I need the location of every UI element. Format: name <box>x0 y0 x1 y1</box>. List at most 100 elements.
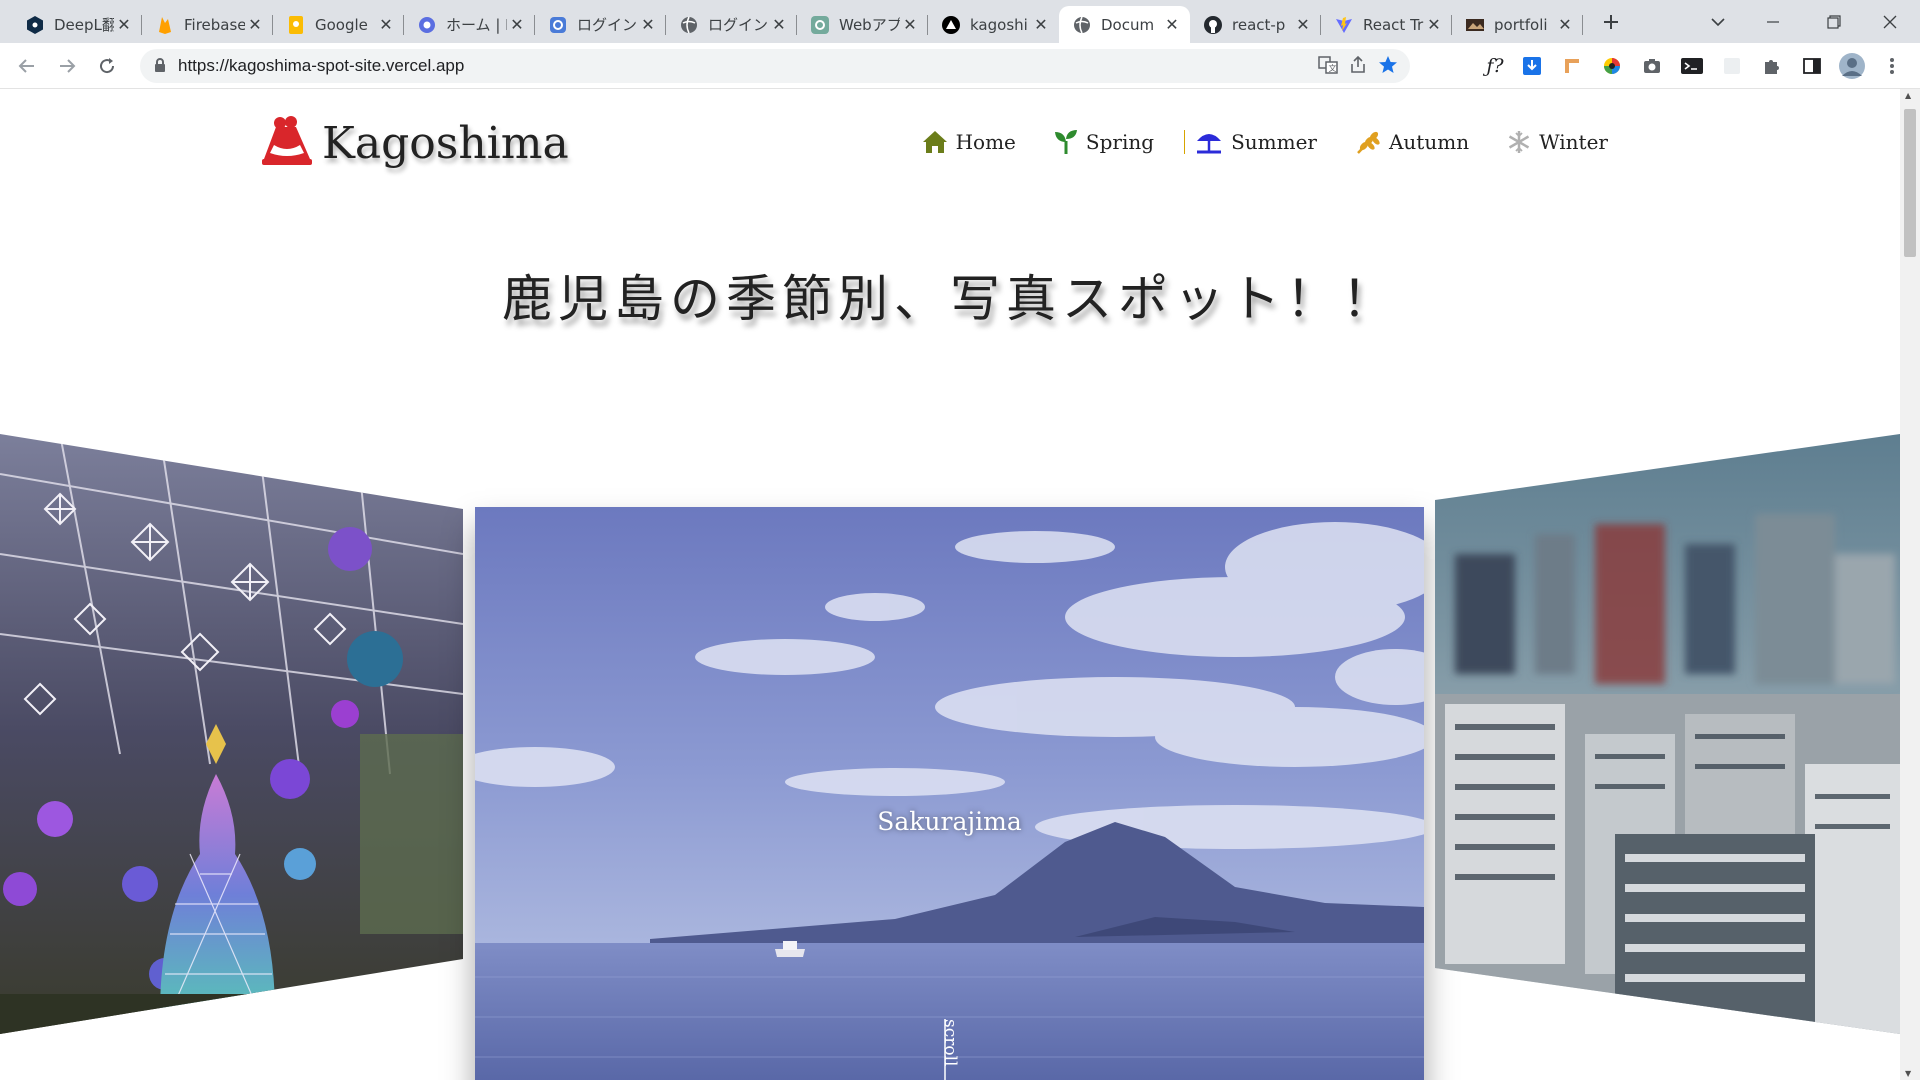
nav-summer[interactable]: Summer <box>1195 129 1317 155</box>
close-tab-icon[interactable]: ✕ <box>638 15 658 35</box>
tab-title: Docum <box>1101 15 1155 34</box>
ruler-ext-icon[interactable] <box>1560 54 1584 78</box>
github-icon <box>1204 15 1222 34</box>
tab-search-button[interactable] <box>1702 8 1734 36</box>
color-picker-ext-icon[interactable] <box>1600 54 1624 78</box>
minimize-button[interactable] <box>1757 8 1789 36</box>
portfolio-icon <box>1466 16 1484 34</box>
home-icon <box>922 130 948 154</box>
site-logo-text: Kagoshima <box>322 117 569 169</box>
tab-title: Firebase <box>184 15 245 34</box>
lock-icon <box>154 57 166 76</box>
nav-divider <box>1184 130 1186 154</box>
tab-title: react-p <box>1232 15 1286 34</box>
new-tab-button[interactable] <box>1595 8 1627 36</box>
tab-title: portfoli <box>1494 15 1548 34</box>
nav-label: Autumn <box>1388 130 1470 154</box>
browser-tab[interactable]: ログイン| ✕ <box>666 6 797 43</box>
browser-tab-active[interactable]: Docum ✕ <box>1059 6 1190 43</box>
close-tab-icon[interactable]: ✕ <box>769 15 789 35</box>
nav-winter[interactable]: Winter <box>1507 130 1608 154</box>
back-button[interactable] <box>12 51 42 81</box>
restore-button[interactable] <box>1818 8 1850 36</box>
url-text: https://kagoshima-spot-site.vercel.app <box>178 56 465 75</box>
slide-caption: Sakurajima <box>877 807 1022 836</box>
nav-autumn[interactable]: Autumn <box>1355 129 1469 155</box>
scroll-indicator[interactable]: scroll <box>937 1019 967 1080</box>
nav-label: Winter <box>1539 130 1608 154</box>
volcano-logo-icon <box>260 115 314 171</box>
page-viewport: Kagoshima Home Spring Summer Autumn Wint… <box>0 89 1900 1080</box>
scroll-up-icon[interactable]: ▲ <box>1905 91 1911 100</box>
close-tab-icon[interactable]: ✕ <box>1162 15 1182 35</box>
nav-label: Spring <box>1085 130 1155 154</box>
browser-tab[interactable]: ログイン画 ✕ <box>535 6 666 43</box>
tab-title: Google <box>315 15 368 34</box>
translate-icon[interactable]: 文 <box>1318 55 1338 79</box>
sakurajima-photo <box>475 507 1424 1080</box>
avatar[interactable] <box>1838 52 1866 80</box>
plus-icon <box>1604 15 1618 29</box>
close-tab-icon[interactable]: ✕ <box>1555 15 1575 35</box>
browser-tab[interactable]: react-p ✕ <box>1190 6 1321 43</box>
close-tab-icon[interactable]: ✕ <box>1031 15 1051 35</box>
bookmark-star-icon[interactable] <box>1378 55 1398 79</box>
tab-title: React Tr <box>1363 15 1424 34</box>
side-panel-icon[interactable] <box>1800 54 1824 78</box>
deepl-icon <box>26 15 44 34</box>
vite-icon <box>1335 16 1353 34</box>
carousel-slide-left[interactable] <box>0 434 463 1034</box>
nav-home[interactable]: Home <box>922 130 1016 154</box>
site-logo[interactable]: Kagoshima <box>260 115 569 171</box>
browser-tab[interactable]: Google ✕ <box>273 6 404 43</box>
carousel-slide-right[interactable] <box>1435 434 1900 1034</box>
minimize-icon <box>1767 21 1779 23</box>
forward-button[interactable] <box>52 51 82 81</box>
illumination-photo <box>0 434 463 1034</box>
tab-title: ホーム | M <box>446 16 507 34</box>
browser-tab[interactable]: Firebase ✕ <box>142 6 273 43</box>
wheat-icon <box>1355 129 1381 155</box>
google-keep-icon <box>287 15 305 34</box>
puzzle-icon[interactable] <box>1760 54 1784 78</box>
blank-ext-icon[interactable] <box>1720 54 1744 78</box>
camera-ext-icon[interactable] <box>1640 54 1664 78</box>
page-scrollbar[interactable]: ▲ ▼ <box>1900 89 1920 1080</box>
browser-tab[interactable]: kagoshi ✕ <box>928 6 1059 43</box>
arrow-right-icon <box>60 59 76 73</box>
reload-button[interactable] <box>92 51 122 81</box>
browser-tab[interactable]: React Tr ✕ <box>1321 6 1452 43</box>
snowflake-icon <box>1507 130 1531 154</box>
globe-icon <box>1073 16 1091 34</box>
nav-spring[interactable]: Spring <box>1054 129 1154 155</box>
browser-tab[interactable]: portfoli ✕ <box>1452 6 1583 43</box>
carousel-slide-active[interactable]: Sakurajima scroll <box>475 507 1424 1080</box>
font-ext-icon[interactable]: ƒ? <box>1480 54 1510 78</box>
vercel-icon <box>942 15 960 34</box>
close-tab-icon[interactable]: ✕ <box>245 15 265 35</box>
close-window-button[interactable] <box>1874 8 1906 36</box>
tab-title: Webアプ <box>839 16 900 34</box>
download-ext-icon[interactable] <box>1520 54 1544 78</box>
terminal-ext-icon[interactable] <box>1680 54 1704 78</box>
scrollbar-thumb[interactable] <box>1904 109 1916 257</box>
browser-tab[interactable]: Webアプ ✕ <box>797 6 928 43</box>
tab-title: DeepL翻訳 <box>54 16 114 34</box>
close-tab-icon[interactable]: ✕ <box>1424 15 1444 35</box>
close-tab-icon[interactable]: ✕ <box>507 15 527 35</box>
browser-tab[interactable]: DeepL翻訳 ✕ <box>12 6 142 43</box>
tab-strip: DeepL翻訳 ✕ Firebase ✕ Google ✕ ホーム | M ✕ … <box>0 0 1920 43</box>
close-tab-icon[interactable]: ✕ <box>1293 15 1313 35</box>
close-tab-icon[interactable]: ✕ <box>114 15 134 35</box>
login-icon <box>549 16 567 34</box>
address-bar[interactable]: https://kagoshima-spot-site.vercel.app 文 <box>140 49 1410 83</box>
close-tab-icon[interactable]: ✕ <box>900 15 920 35</box>
close-tab-icon[interactable]: ✕ <box>376 15 396 35</box>
browser-tab[interactable]: ホーム | M ✕ <box>404 6 535 43</box>
more-menu-icon[interactable] <box>1880 54 1904 78</box>
scroll-down-icon[interactable]: ▼ <box>1905 1069 1911 1078</box>
tab-title: kagoshi <box>970 15 1028 34</box>
main-nav: Home Spring Summer Autumn Winter <box>884 129 1608 155</box>
scroll-arrow-icon <box>944 1019 946 1080</box>
share-icon[interactable] <box>1348 55 1368 79</box>
